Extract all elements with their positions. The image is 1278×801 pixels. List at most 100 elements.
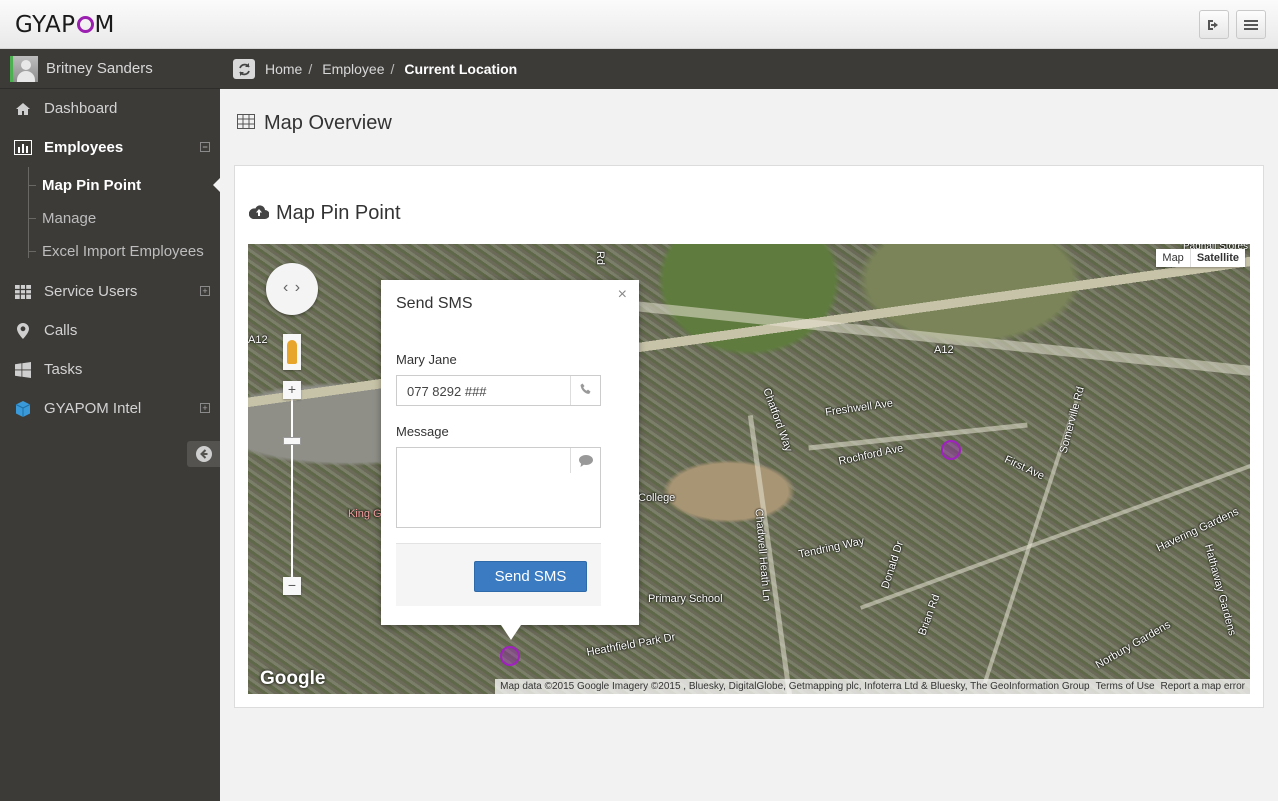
top-header: GYAP M — [0, 0, 1278, 49]
employee-location-marker[interactable] — [500, 646, 520, 666]
map-road — [808, 422, 1028, 451]
table-icon — [237, 112, 255, 135]
sidebar-item-label: Service Users — [44, 283, 138, 300]
sidebar-item-label: Tasks — [44, 361, 83, 378]
breadcrumb: Home / Employee / Current Location — [220, 49, 1278, 89]
map-attribution: Map data ©2015 Google Imagery ©2015 , Bl… — [495, 679, 1250, 694]
sidebar-item-label: Dashboard — [44, 100, 118, 117]
message-textarea[interactable] — [396, 447, 601, 528]
map-label: Donald Dr — [879, 539, 907, 591]
menu-button[interactable] — [1236, 10, 1266, 39]
map-type-control: Map Satellite — [1156, 249, 1245, 267]
sidebar: Britney Sanders Dashboard Employees − Ma… — [0, 49, 220, 801]
send-sms-infowindow: × Send SMS Mary Jane 077 8292 ### Messag… — [381, 280, 639, 640]
sidebar-subitem-map-pin-point[interactable]: Map Pin Point — [0, 169, 220, 202]
panel-title: Map Pin Point — [248, 202, 401, 225]
sidebar-item-service-users[interactable]: Service Users + — [0, 272, 220, 311]
message-label: Message — [396, 424, 449, 439]
map-label: Rd — [594, 250, 607, 266]
map-label: Chatford Way — [760, 386, 795, 454]
map-label: A12 — [934, 344, 954, 356]
map-marker-icon — [14, 322, 32, 340]
table-icon — [14, 283, 32, 301]
google-logo: Google — [260, 668, 326, 689]
map-label: Somerville Rd — [1057, 385, 1087, 455]
app-logo[interactable]: GYAP M — [15, 12, 115, 38]
close-icon[interactable]: × — [618, 286, 627, 304]
zoom-out-button[interactable]: − — [283, 577, 301, 595]
contact-name-label: Mary Jane — [396, 352, 457, 367]
refresh-button[interactable] — [233, 59, 255, 79]
map-label: Brian Rd — [916, 592, 943, 638]
windows-icon — [14, 361, 32, 379]
sidebar-item-dashboard[interactable]: Dashboard — [0, 89, 220, 128]
phone-field[interactable]: 077 8292 ### — [396, 375, 601, 406]
cube-icon — [14, 400, 32, 418]
user-profile[interactable]: Britney Sanders — [0, 49, 220, 89]
bars-icon — [1244, 19, 1258, 30]
map-label: First Ave — [1002, 453, 1047, 483]
map-type-map-button[interactable]: Map — [1156, 249, 1189, 267]
street-view-pegman-icon[interactable] — [283, 334, 301, 370]
map-road — [747, 415, 794, 694]
collapse-toggle-icon[interactable]: − — [200, 142, 210, 152]
zoom-slider-track[interactable] — [291, 384, 293, 584]
sidebar-subitem-manage[interactable]: Manage — [0, 202, 220, 235]
employees-submenu: Map Pin Point Manage Excel Import Employ… — [0, 167, 220, 272]
map-label: Tendring Way — [797, 535, 866, 561]
map-label: Freshwell Ave — [824, 397, 894, 419]
sidebar-item-label: Calls — [44, 322, 78, 339]
logout-button[interactable] — [1199, 10, 1229, 39]
sidebar-item-label: Employees — [44, 139, 124, 156]
sidebar-collapse-button[interactable] — [187, 441, 220, 467]
sidebar-item-calls[interactable]: Calls — [0, 311, 220, 350]
page-title: Map Overview — [237, 112, 392, 135]
map-label: Norbury Gardens — [1093, 618, 1173, 672]
pan-control[interactable] — [266, 263, 318, 315]
breadcrumb-employee[interactable]: Employee — [322, 61, 384, 77]
map-label: College — [638, 492, 676, 504]
attribution-text: Map data ©2015 Google Imagery ©2015 , Bl… — [500, 681, 1090, 692]
sms-dialog-footer: Send SMS — [396, 543, 601, 606]
avatar — [10, 55, 38, 82]
map-panel: Map Pin Point A12 A12 Freshwell Ave Roch… — [234, 165, 1264, 708]
sidebar-item-gyapom-intel[interactable]: GYAPOM Intel + — [0, 389, 220, 428]
report-map-error-link[interactable]: Report a map error — [1161, 681, 1245, 692]
arrow-circle-left-icon — [195, 446, 212, 462]
page-title-text: Map Overview — [264, 112, 392, 134]
cloud-upload-icon — [248, 202, 270, 225]
breadcrumb-separator: / — [390, 61, 395, 77]
bar-chart-icon — [14, 139, 32, 157]
sidebar-subitem-label: Excel Import Employees — [42, 243, 204, 260]
breadcrumb-separator: / — [308, 61, 313, 77]
expand-toggle-icon[interactable]: + — [200, 286, 210, 296]
sidebar-item-employees[interactable]: Employees − — [0, 128, 220, 167]
map-label: Heathfield Park Dr — [585, 631, 677, 659]
sms-dialog-title: Send SMS — [396, 295, 473, 312]
sign-out-icon — [1208, 19, 1218, 30]
employee-location-marker[interactable] — [941, 440, 961, 460]
map-label: Primary School — [648, 593, 723, 605]
expand-toggle-icon[interactable]: + — [200, 403, 210, 413]
refresh-icon — [238, 62, 250, 76]
sidebar-item-label: GYAPOM Intel — [44, 400, 142, 417]
zoom-slider-handle[interactable] — [283, 437, 301, 445]
panel-title-text: Map Pin Point — [276, 202, 401, 224]
breadcrumb-current: Current Location — [404, 61, 518, 77]
sidebar-subitem-label: Map Pin Point — [42, 177, 142, 194]
sidebar-item-tasks[interactable]: Tasks — [0, 350, 220, 389]
home-icon — [14, 100, 32, 118]
satellite-map[interactable]: A12 A12 Freshwell Ave Rochford Ave First… — [248, 244, 1250, 694]
phone-value: 077 8292 ### — [407, 384, 487, 399]
map-type-satellite-button[interactable]: Satellite — [1189, 249, 1245, 267]
comment-icon — [570, 448, 600, 473]
map-label: A12 — [248, 334, 268, 346]
map-label: Havering Gardens — [1154, 505, 1241, 555]
breadcrumb-home[interactable]: Home — [265, 61, 302, 77]
zoom-in-button[interactable]: + — [283, 381, 301, 399]
terms-of-use-link[interactable]: Terms of Use — [1096, 681, 1155, 692]
send-sms-button[interactable]: Send SMS — [474, 561, 587, 592]
sidebar-subitem-label: Manage — [42, 210, 97, 227]
sidebar-subitem-excel-import[interactable]: Excel Import Employees — [0, 235, 220, 268]
phone-icon — [570, 376, 600, 405]
